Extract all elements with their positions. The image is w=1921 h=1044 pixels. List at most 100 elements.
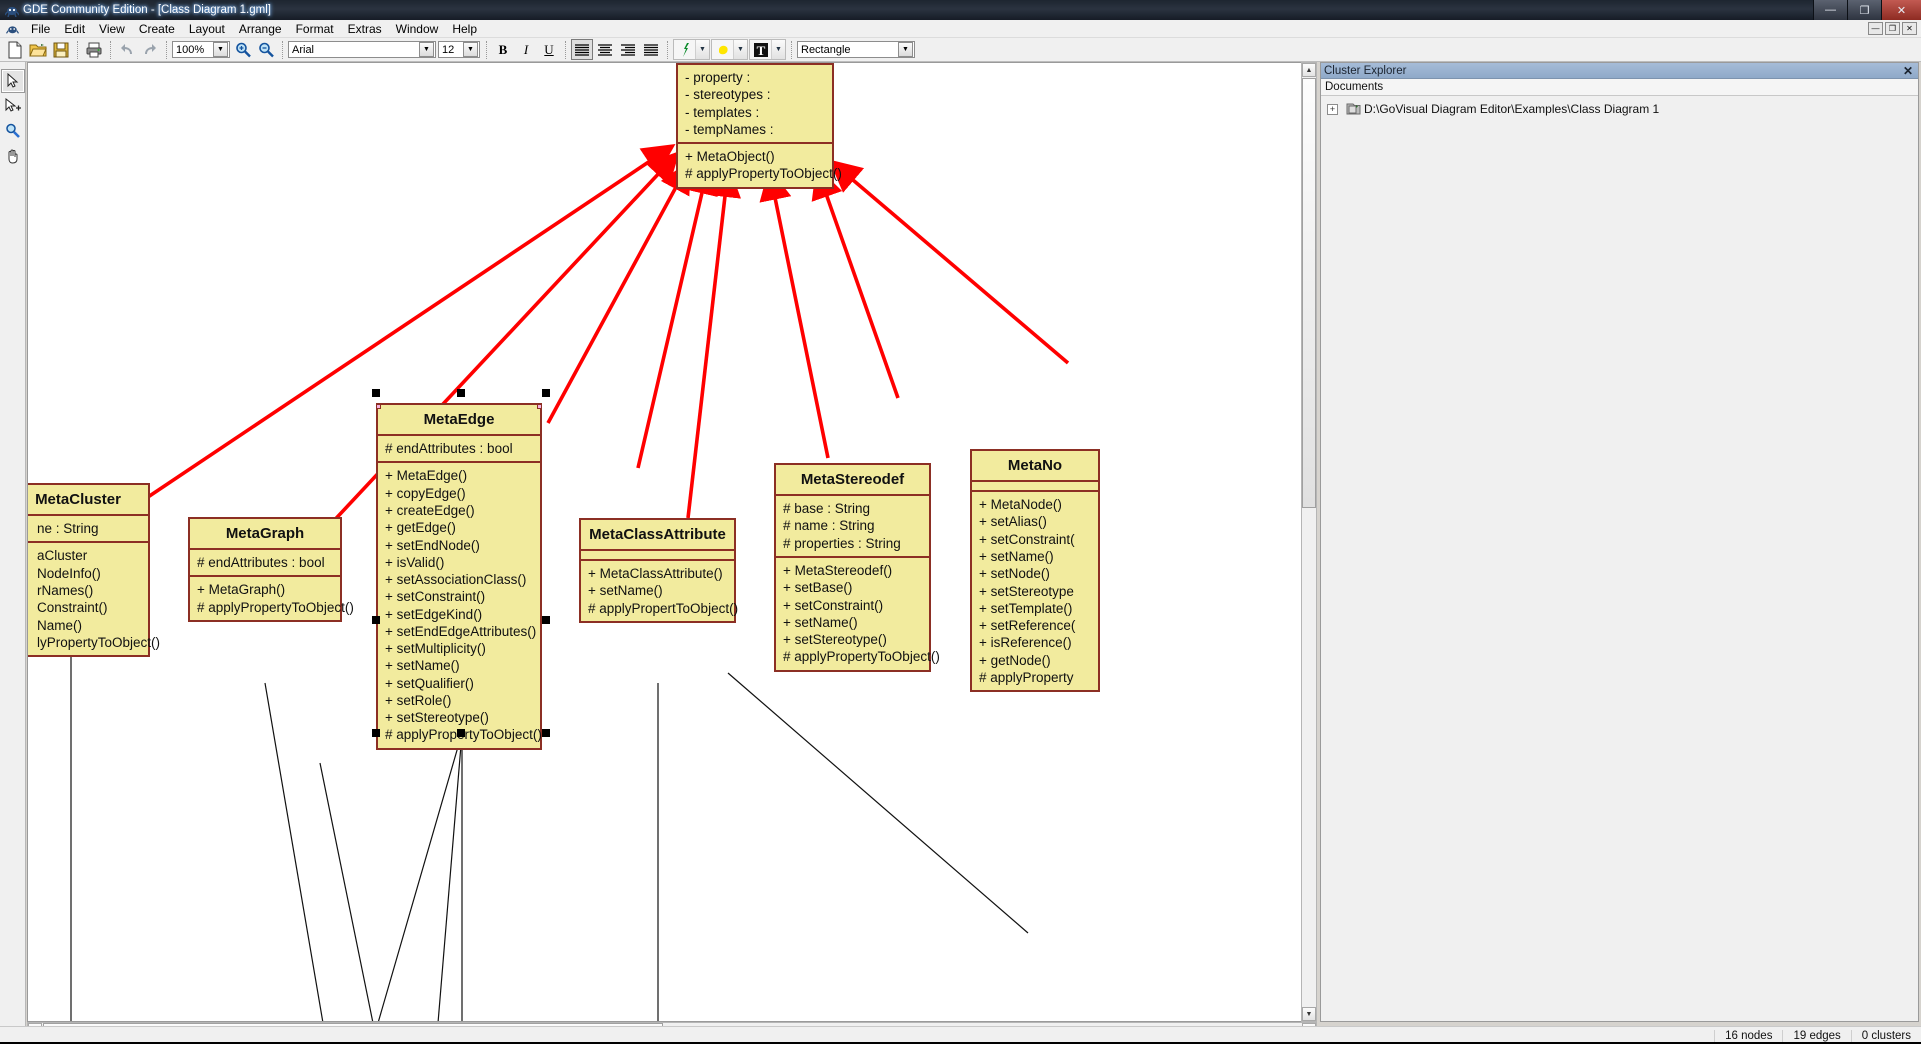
menu-item-edit[interactable]: Edit <box>57 21 92 37</box>
class-box-metagraph[interactable]: MetaGraph # endAttributes : bool + MetaG… <box>188 517 354 622</box>
shape-value: Rectangle <box>801 43 851 56</box>
operation-row: + copyEdge() <box>385 485 466 501</box>
select-tool[interactable] <box>0 69 25 93</box>
minimize-button[interactable]: — <box>1813 0 1847 20</box>
class-operations: + MetaObject() # applyPropertyToObject() <box>678 144 842 187</box>
selection-handle[interactable] <box>372 616 380 624</box>
class-operations: + MetaGraph() # applyPropertyToObject() <box>190 577 354 620</box>
diagram-canvas-container[interactable]: - property : - stereotypes : - templates… <box>27 62 1317 1022</box>
menu-bar: File Edit View Create Layout Arrange For… <box>0 20 1921 38</box>
window-title-bar: GDE Community Edition - [Class Diagram 1… <box>0 0 1921 20</box>
chevron-down-icon[interactable]: ▼ <box>213 42 228 57</box>
toolbar-separator <box>166 40 168 59</box>
expand-icon[interactable]: + <box>1327 103 1338 115</box>
menu-item-format[interactable]: Format <box>289 21 341 37</box>
mdi-close-button[interactable]: ✕ <box>1902 22 1917 35</box>
undo-arrow-icon[interactable] <box>116 39 138 60</box>
fill-color-button[interactable]: ▼ <box>711 39 748 60</box>
class-title: MetaStereodef <box>776 465 929 497</box>
chevron-down-icon[interactable]: ▼ <box>771 40 785 59</box>
class-attributes <box>972 482 1098 493</box>
documents-column-label: Documents <box>1325 81 1384 93</box>
zoom-out-icon[interactable] <box>255 39 277 60</box>
menu-item-help[interactable]: Help <box>445 21 484 37</box>
operation-row: # applyPropertyToObject() <box>783 649 940 665</box>
selection-handle[interactable] <box>457 389 465 397</box>
selection-vertex[interactable] <box>376 404 381 409</box>
selection-handle[interactable] <box>542 729 550 737</box>
class-attributes <box>581 551 734 562</box>
chevron-down-icon[interactable]: ▼ <box>695 40 709 59</box>
restore-button[interactable]: ❐ <box>1847 0 1881 20</box>
redo-arrow-icon[interactable] <box>139 39 161 60</box>
line-color-button[interactable]: ▼ <box>673 39 710 60</box>
class-box-metaclassattribute[interactable]: MetaClassAttribute + MetaClassAttribute(… <box>579 518 738 623</box>
attribute-row: ne : String <box>37 521 99 537</box>
menu-item-arrange[interactable]: Arrange <box>232 21 289 37</box>
vertical-scroll-thumb[interactable] <box>1302 78 1316 508</box>
zoom-level-combo[interactable]: 100% ▼ <box>172 41 230 58</box>
menu-item-window[interactable]: Window <box>389 21 446 37</box>
attribute-row: - templates : <box>685 104 760 120</box>
selection-vertex[interactable] <box>537 404 542 409</box>
save-disk-icon[interactable] <box>50 39 72 60</box>
class-title: MetaNo <box>972 451 1098 483</box>
underline-button[interactable]: U <box>538 39 560 60</box>
open-folder-icon[interactable] <box>27 39 49 60</box>
scroll-up-icon[interactable]: ▲ <box>1302 63 1316 77</box>
zoom-level-value: 100% <box>176 43 205 56</box>
align-justify-button[interactable] <box>640 39 662 60</box>
toolbar-separator <box>110 40 112 59</box>
selection-handle[interactable] <box>372 389 380 397</box>
menu-item-extras[interactable]: Extras <box>341 21 389 37</box>
class-box-metastereodef[interactable]: MetaStereodef # base : String # name : S… <box>774 463 940 672</box>
tool-palette <box>0 62 26 1044</box>
attribute-row: # endAttributes : bool <box>197 555 325 571</box>
menu-item-layout[interactable]: Layout <box>182 21 232 37</box>
scroll-down-icon[interactable]: ▼ <box>1302 1007 1316 1021</box>
new-document-icon[interactable] <box>4 39 26 60</box>
pan-tool[interactable] <box>1 144 25 168</box>
selection-handle[interactable] <box>457 729 465 737</box>
bold-button[interactable]: B <box>492 39 514 60</box>
toolbar-separator <box>282 40 284 59</box>
tree-item-document[interactable]: + D:\GoVisual Diagram Editor\Examples\Cl… <box>1327 100 1918 118</box>
diagram-canvas[interactable]: - property : - stereotypes : - templates… <box>28 63 1316 1021</box>
select-add-tool[interactable] <box>1 94 25 118</box>
mdi-restore-button[interactable]: ❐ <box>1885 22 1900 35</box>
class-box-metanode[interactable]: MetaNo + MetaNode() + setAlias() + setCo… <box>970 449 1100 693</box>
italic-button[interactable]: I <box>515 39 537 60</box>
class-box-metacluster[interactable]: MetaCluster ne : String aCluster NodeInf… <box>28 483 160 658</box>
chevron-down-icon[interactable]: ▼ <box>898 42 913 57</box>
selection-handle[interactable] <box>372 729 380 737</box>
selection-handle[interactable] <box>542 616 550 624</box>
align-center-button[interactable] <box>594 39 616 60</box>
selection-handle[interactable] <box>542 389 550 397</box>
close-button[interactable]: ✕ <box>1881 0 1921 20</box>
font-family-combo[interactable]: Arial ▼ <box>288 41 436 58</box>
close-icon[interactable]: ✕ <box>1901 64 1915 78</box>
operation-row: + MetaStereodef() <box>783 562 893 578</box>
class-box-metaobject[interactable]: - property : - stereotypes : - templates… <box>676 63 842 189</box>
menu-item-file[interactable]: File <box>24 21 57 37</box>
class-title: MetaCluster <box>28 485 148 517</box>
menu-item-create[interactable]: Create <box>132 21 182 37</box>
canvas-vertical-scrollbar[interactable]: ▲ ▼ <box>1301 62 1317 1022</box>
menu-item-view[interactable]: View <box>92 21 132 37</box>
chevron-down-icon[interactable]: ▼ <box>463 42 478 57</box>
operation-row: + isValid() <box>385 554 445 570</box>
align-left-button[interactable] <box>571 39 593 60</box>
chevron-down-icon[interactable]: ▼ <box>733 40 747 59</box>
zoom-in-icon[interactable] <box>232 39 254 60</box>
chevron-down-icon[interactable]: ▼ <box>419 42 434 57</box>
shape-combo[interactable]: Rectangle ▼ <box>797 41 915 58</box>
zoom-tool[interactable] <box>1 119 25 143</box>
operation-row: + setName() <box>385 658 460 674</box>
text-color-button[interactable]: T ▼ <box>749 39 786 60</box>
class-box-metaedge[interactable]: MetaEdge # endAttributes : bool + MetaEd… <box>376 403 542 750</box>
mdi-minimize-button[interactable]: — <box>1868 22 1883 35</box>
line-color-icon <box>674 40 695 59</box>
align-right-button[interactable] <box>617 39 639 60</box>
font-size-combo[interactable]: 12 ▼ <box>438 41 480 58</box>
printer-icon[interactable] <box>83 39 105 60</box>
